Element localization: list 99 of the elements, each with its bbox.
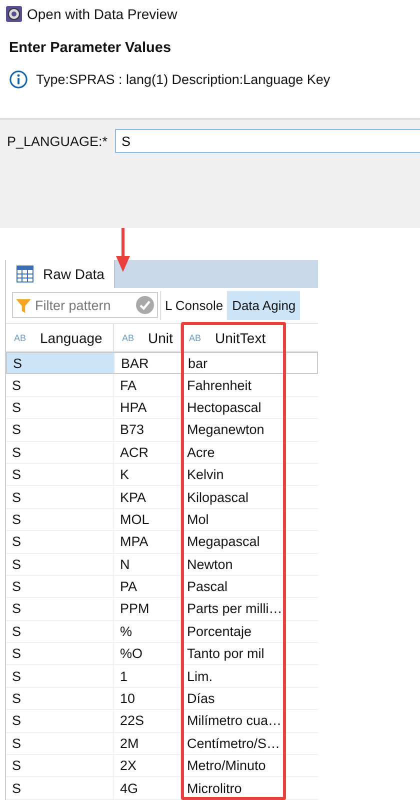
table-row[interactable]: S 4G Microlitro [6,777,318,800]
table-cell: B73 [114,419,181,441]
table-row[interactable]: S BAR bar [6,352,318,374]
table-cell: BAR [115,353,182,374]
table-row[interactable]: S MOL Mol [6,508,318,532]
table-cell: 22S [114,710,181,732]
parameter-label: P_LANGUAGE:* [7,134,108,148]
table-cell: Meganewton [181,419,286,441]
table-cell: %O [114,643,181,664]
column-header[interactable]: AB Language [6,324,114,351]
table-row[interactable]: S 2X Metro/Minuto [6,755,318,778]
table-row[interactable]: S MPA Megapascal [6,531,318,554]
table-row[interactable]: S K Kelvin [6,464,318,486]
table-cell: N [114,554,181,575]
table-row[interactable]: S 10 Días [6,688,318,710]
table-cell: 10 [114,688,181,710]
table-cell: Días [181,688,286,710]
table-cell: ACR [114,442,181,463]
table-row[interactable]: S HPA Hectopascal [6,396,318,420]
table-row[interactable]: S %O Tanto por mil [6,643,318,666]
table-cell: Megapascal [181,531,286,553]
table-cell: Newton [181,554,286,575]
dialog-title: Open with Data Preview [27,6,178,22]
table-cell: S [6,531,114,553]
table-cell: S [7,353,115,374]
table-row[interactable]: S 1 Lim. [6,665,318,688]
funnel-icon [15,297,32,314]
table-cell: 2X [114,755,181,776]
table-cell: bar [182,353,287,374]
table-cell: Tanto por mil [181,643,286,664]
table-cell: K [114,464,181,486]
parameter-input[interactable]: S [114,129,420,153]
table-row[interactable]: S FA Fahrenheit [6,374,318,397]
table-cell: PPM [114,598,181,620]
table-cell: Lim. [181,665,286,687]
table-cell: Metro/Minuto [181,755,286,776]
table-cell: S [6,755,114,776]
table-row[interactable]: S PPM Parts per milli… [6,598,318,621]
table-cell: 4G [114,777,181,799]
table-row[interactable]: S B73 Meganewton [6,419,318,442]
table-cell: Porcentaje [181,620,286,642]
table-cell: 2M [114,732,181,754]
table-cell: Milímetro cua… [181,710,286,732]
table-cell: Parts per milli… [181,598,286,620]
table-cell: FA [114,374,181,396]
table-cell: PA [114,576,181,598]
table-cell: HPA [114,396,181,418]
column-header[interactable]: AB Unit [114,324,181,351]
table-cell: S [6,710,114,732]
table-row[interactable]: S KPA Kilopascal [6,486,318,509]
raw-data-tab[interactable]: Raw Data [6,260,116,288]
type-label: AB [14,332,26,342]
table-icon [16,265,34,283]
table-cell: S [6,777,114,799]
table-cell: Acre [181,442,286,463]
table-cell: KPA [114,486,181,508]
dialog-heading: Enter Parameter Values [9,40,172,56]
table-row[interactable]: S PA Pascal [6,576,318,598]
table-row[interactable]: S N Newton [6,554,318,576]
table-row[interactable]: S % Porcentaje [6,620,318,644]
table-cell: S [6,598,114,620]
column-header[interactable]: AB UnitText [181,324,286,351]
table-cell: Mol [181,508,286,530]
table-cell: S [6,486,114,508]
type-label: AB [122,332,134,342]
table-cell: S [6,688,114,710]
table-cell: Fahrenheit [181,374,286,396]
gear-icon [6,6,22,22]
table-cell: MPA [114,531,181,553]
table-cell: S [6,442,114,463]
table-cell: Centímetro/S… [181,732,286,754]
info-text: Type:SPRAS : lang(1) Description:Language Key [36,72,330,87]
table-row[interactable]: S 2M Centímetro/S… [6,732,318,756]
check-icon [135,295,155,315]
type-label: AB [189,332,202,342]
table-cell: S [6,508,114,530]
table-cell: S [6,396,114,418]
table-cell: MOL [114,508,181,530]
filter-field[interactable]: Filter pattern [12,292,158,318]
table-cell: % [114,620,181,642]
toolbar-tab[interactable]: Data Aging [227,291,300,320]
table-cell: Kilopascal [181,486,286,508]
table-row[interactable]: S ACR Acre [6,442,318,464]
table-cell: Microlitro [181,777,286,799]
table-cell: S [6,374,114,396]
table-cell: S [6,554,114,575]
table-cell: S [6,576,114,598]
table-cell: 1 [114,665,181,687]
table-cell: Kelvin [181,464,286,486]
table-cell: S [6,732,114,754]
table-cell: S [6,665,114,687]
table-cell: Pascal [181,576,286,598]
table-cell: S [6,620,114,642]
table-cell: S [6,643,114,664]
table-cell: S [6,419,114,441]
table-row[interactable]: S 22S Milímetro cua… [6,710,318,733]
table-cell: S [6,464,114,486]
table-cell: Hectopascal [181,396,286,418]
info-icon [9,70,28,89]
